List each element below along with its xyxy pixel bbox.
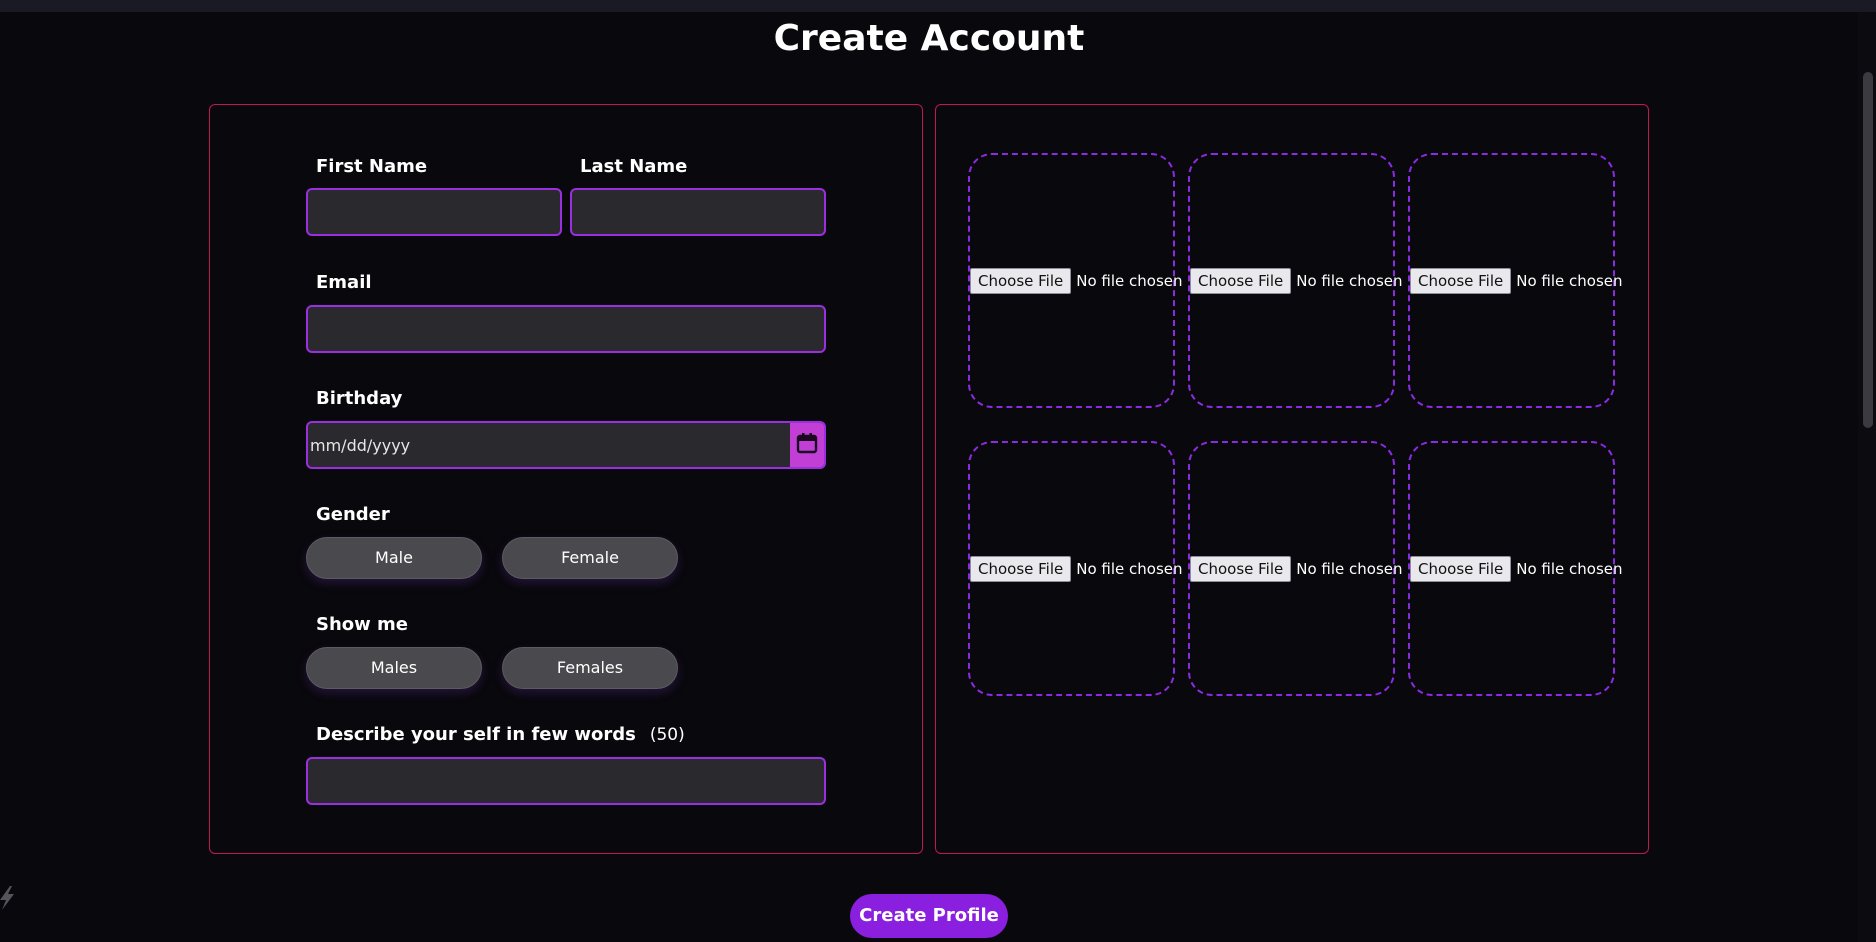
browser-top-strip — [0, 0, 1876, 12]
lightning-icon — [0, 886, 14, 910]
show-me-males-button[interactable]: Males — [306, 647, 482, 689]
calendar-icon — [796, 432, 818, 458]
choose-file-button[interactable]: Choose File — [970, 556, 1072, 582]
gender-male-button[interactable]: Male — [306, 537, 482, 579]
choose-file-button[interactable]: Choose File — [1190, 556, 1292, 582]
choose-file-button[interactable]: Choose File — [970, 268, 1072, 294]
show-me-label: Show me — [316, 614, 409, 635]
email-input[interactable] — [306, 305, 826, 353]
file-input[interactable]: Choose File No file chosen — [1190, 556, 1403, 582]
last-name-input[interactable] — [570, 188, 826, 236]
page-title: Create Account — [773, 18, 1085, 59]
photo-slot-6[interactable]: Choose File No file chosen — [1408, 441, 1623, 696]
gender-label: Gender — [316, 504, 390, 525]
file-status: No file chosen — [1516, 272, 1623, 290]
first-name-input[interactable] — [306, 188, 562, 236]
photo-slot-5[interactable]: Choose File No file chosen — [1188, 441, 1403, 696]
describe-input[interactable] — [306, 757, 826, 805]
scrollbar-thumb[interactable] — [1863, 72, 1873, 428]
email-label: Email — [316, 272, 372, 293]
file-status: No file chosen — [1516, 560, 1623, 578]
photo-slot-1[interactable]: Choose File No file chosen — [968, 153, 1183, 408]
file-input[interactable]: Choose File No file chosen — [1190, 268, 1403, 294]
file-input[interactable]: Choose File No file chosen — [970, 556, 1183, 582]
gender-female-button[interactable]: Female — [502, 537, 678, 579]
birthday-input[interactable]: mm/dd/yyyy — [306, 421, 826, 469]
show-me-females-button[interactable]: Females — [502, 647, 678, 689]
birthday-placeholder: mm/dd/yyyy — [310, 436, 411, 455]
photo-slot-4[interactable]: Choose File No file chosen — [968, 441, 1183, 696]
choose-file-button[interactable]: Choose File — [1190, 268, 1292, 294]
create-account-page: Create Account First Name Last Name Emai… — [0, 0, 1876, 942]
file-input[interactable]: Choose File No file chosen — [1410, 268, 1623, 294]
describe-label: Describe your self in few words (50) — [316, 724, 685, 745]
create-profile-button[interactable]: Create Profile — [850, 894, 1008, 938]
choose-file-button[interactable]: Choose File — [1410, 556, 1512, 582]
photo-slot-3[interactable]: Choose File No file chosen — [1408, 153, 1623, 408]
file-input[interactable]: Choose File No file chosen — [970, 268, 1183, 294]
first-name-label: First Name — [316, 156, 428, 177]
page-scrollbar[interactable] — [1858, 12, 1876, 942]
describe-char-count: (50) — [649, 725, 685, 745]
file-status: No file chosen — [1076, 272, 1183, 290]
choose-file-button[interactable]: Choose File — [1410, 268, 1512, 294]
file-status: No file chosen — [1296, 560, 1403, 578]
calendar-button[interactable] — [790, 423, 824, 467]
file-input[interactable]: Choose File No file chosen — [1410, 556, 1623, 582]
file-status: No file chosen — [1296, 272, 1403, 290]
photo-slot-2[interactable]: Choose File No file chosen — [1188, 153, 1403, 408]
birthday-label: Birthday — [316, 388, 403, 409]
describe-label-text: Describe your self in few words — [316, 724, 636, 745]
last-name-label: Last Name — [580, 156, 688, 177]
file-status: No file chosen — [1076, 560, 1183, 578]
